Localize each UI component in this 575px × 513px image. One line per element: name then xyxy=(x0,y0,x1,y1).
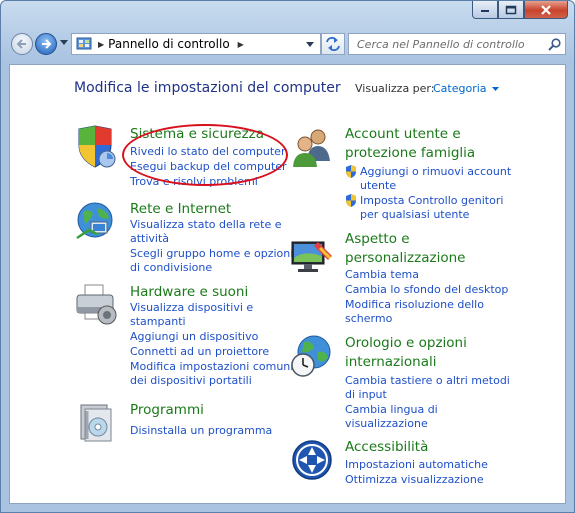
category-title[interactable]: Aspetto e xyxy=(345,230,410,248)
category-link[interactable]: Cambia lingua di xyxy=(345,402,438,417)
search-icon[interactable] xyxy=(548,37,561,51)
category-link[interactable]: Visualizza dispositivi e xyxy=(130,300,253,315)
category-link[interactable]: Connetti ad un proiettore xyxy=(130,344,269,359)
category-title[interactable]: personalizzazione xyxy=(345,249,465,267)
category-link[interactable]: Aggiungi o rimuovi account xyxy=(360,164,511,179)
close-button[interactable] xyxy=(524,1,568,19)
category-link[interactable]: Modifica impostazioni comuni xyxy=(130,359,293,374)
category-link[interactable]: Imposta Controllo genitori xyxy=(360,193,503,208)
close-icon xyxy=(541,4,551,15)
category-link[interactable]: per qualsiasi utente xyxy=(360,207,469,222)
highlight-oval xyxy=(122,124,288,186)
category-link[interactable]: Cambia tema xyxy=(345,267,419,282)
category-title[interactable]: protezione famiglia xyxy=(345,144,475,162)
category-link[interactable]: stampanti xyxy=(130,314,186,329)
arrow-left-icon xyxy=(16,39,26,49)
category-link[interactable]: utente xyxy=(360,178,396,193)
category-link[interactable]: Cambia lo sfondo del desktop xyxy=(345,282,508,297)
address-dropdown-button[interactable] xyxy=(299,33,321,55)
uac-shield-icon xyxy=(346,194,356,207)
arrow-right-icon xyxy=(42,39,52,49)
category-title[interactable]: Rete e Internet xyxy=(130,200,231,218)
users-icon xyxy=(293,129,330,167)
maximize-icon xyxy=(505,5,517,14)
category-appearance: Aspetto e personalizzazione Cambia tema … xyxy=(290,230,530,325)
category-title[interactable]: Programmi xyxy=(130,401,204,419)
refresh-icon xyxy=(326,37,340,51)
display-personalization-icon xyxy=(291,241,332,272)
category-link[interactable]: Cambia tastiere o altri metodi xyxy=(345,373,510,388)
breadcrumb-chevron-icon[interactable]: ▶ xyxy=(238,40,244,49)
page-title: Modifica le impostazioni del computer xyxy=(74,80,341,96)
category-programs: Programmi Disinstalla un programma xyxy=(75,401,295,451)
category-link[interactable]: Modifica risoluzione dello xyxy=(345,297,484,312)
minimize-icon xyxy=(481,9,489,12)
window-controls xyxy=(472,1,568,19)
category-title[interactable]: Orologio e opzioni xyxy=(345,334,467,352)
category-title[interactable]: Accessibilità xyxy=(345,438,428,456)
category-title[interactable]: Hardware e suoni xyxy=(130,283,248,301)
category-user-accounts: Account utente e protezione famiglia Agg… xyxy=(290,125,530,222)
category-clock-region: Orologio e opzioni internazionali Cambia… xyxy=(290,334,530,431)
uac-shield-icon xyxy=(346,165,356,178)
category-link[interactable]: Disinstalla un programma xyxy=(130,423,272,438)
chevron-down-icon xyxy=(491,86,499,91)
category-accessibility: Accessibilità Impostazioni automatiche O… xyxy=(290,438,530,498)
view-by-value: Categoria xyxy=(433,82,487,95)
category-link[interactable]: di input xyxy=(345,387,387,402)
category-network-internet: Rete e Internet Visualizza stato della r… xyxy=(75,200,295,275)
network-globe-icon xyxy=(76,202,113,240)
chevron-down-icon xyxy=(305,41,314,47)
refresh-button[interactable] xyxy=(321,33,345,55)
category-link[interactable]: attività xyxy=(130,231,169,246)
navigation-bar: ▶ Pannello di controllo ▶ xyxy=(9,31,566,57)
breadcrumb-item[interactable]: Pannello di controllo xyxy=(108,37,230,51)
category-title[interactable]: Account utente e xyxy=(345,125,461,143)
category-link[interactable]: dei dispositivi portatili xyxy=(130,373,252,388)
category-hardware-sound: Hardware e suoni Visualizza dispositivi … xyxy=(75,283,305,393)
category-link[interactable]: Impostazioni automatiche xyxy=(345,457,488,472)
clock-globe-icon xyxy=(291,335,331,377)
category-link[interactable]: di condivisione xyxy=(130,260,212,275)
maximize-button[interactable] xyxy=(498,1,524,19)
shield-icon xyxy=(78,125,116,168)
history-dropdown-icon[interactable] xyxy=(60,40,68,46)
search-input[interactable] xyxy=(355,36,548,52)
control-panel-icon xyxy=(76,37,92,50)
back-button[interactable] xyxy=(11,33,33,55)
printer-icon xyxy=(76,284,117,325)
category-link[interactable]: Ottimizza visualizzazione xyxy=(345,472,484,487)
view-by-dropdown[interactable]: Categoria xyxy=(433,82,499,95)
search-box[interactable] xyxy=(348,33,566,55)
category-title[interactable]: internazionali xyxy=(345,353,436,371)
content-area: Modifica le impostazioni del computer Vi… xyxy=(9,64,566,504)
address-bar[interactable]: ▶ Pannello di controllo ▶ xyxy=(71,33,321,55)
category-link[interactable]: Visualizza stato della rete e xyxy=(130,217,282,232)
category-link[interactable]: visualizzazione xyxy=(345,416,428,431)
category-link[interactable]: schermo xyxy=(345,311,392,326)
programs-icon xyxy=(80,404,112,442)
breadcrumb-separator-icon: ▶ xyxy=(98,39,105,49)
control-panel-window: ▶ Pannello di controllo ▶ Modifica le im… xyxy=(0,0,575,513)
minimize-button[interactable] xyxy=(472,1,498,19)
category-link[interactable]: Aggiungi un dispositivo xyxy=(130,329,258,344)
forward-button[interactable] xyxy=(35,33,57,55)
accessibility-icon xyxy=(292,440,332,480)
view-by-label: Visualizza per: xyxy=(355,82,435,95)
category-link[interactable]: Scegli gruppo home e opzioni xyxy=(130,246,293,261)
